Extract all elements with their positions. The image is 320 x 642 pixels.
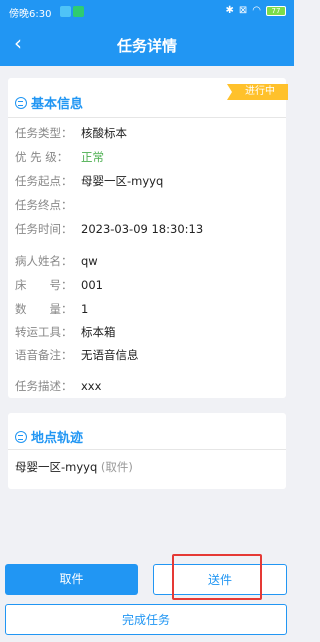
row-description: 任务描述： xxx	[15, 378, 101, 394]
bluetooth-icon: ✱	[225, 5, 234, 16]
row-value: 1	[81, 302, 89, 316]
page-title: 任务详情	[116, 37, 177, 55]
row-bed: 床 号： 001	[15, 277, 103, 293]
row-label: 任务时间：	[15, 222, 73, 236]
row-priority: 优 先 级： 正常	[15, 149, 104, 165]
route-header: 地点轨迹	[15, 427, 83, 446]
row-value: qw	[81, 254, 98, 268]
row-start: 任务起点： 母婴一区-myyq	[15, 173, 163, 189]
row-label: 语音备注：	[15, 348, 73, 362]
status-icons: ✱ ⊠ ◠ 77	[225, 5, 286, 17]
row-label: 任务类型：	[15, 126, 73, 140]
battery-icon: 77	[266, 6, 286, 16]
row-patient: 病人姓名： qw	[15, 253, 98, 269]
wifi-icon: ◠	[252, 5, 261, 16]
route-place-status: (取件)	[100, 460, 133, 474]
basic-info-card: 基本信息 进行中 任务类型： 核酸标本 优 先 级： 正常 任务起点： 母婴一区-my…	[8, 78, 288, 398]
notification-icon	[60, 6, 71, 17]
row-value: 母婴一区-myyq	[81, 174, 164, 188]
complete-task-button[interactable]: 完成任务	[5, 604, 287, 635]
divider	[8, 449, 286, 450]
row-label: 优 先 级：	[15, 150, 69, 164]
route-title: 地点轨迹	[31, 431, 84, 446]
row-voice-note: 语音备注： 无语音信息	[15, 347, 139, 363]
row-label: 任务终点：	[15, 198, 73, 212]
route-place: 母婴一区-myyq	[15, 460, 98, 474]
row-quantity: 数 量： 1	[15, 301, 88, 317]
message-icon	[73, 6, 84, 17]
basic-info-header: 基本信息	[15, 93, 83, 112]
nav-bar: ‹ 任务详情	[0, 24, 294, 66]
route-item: 母婴一区-myyq (取件)	[15, 459, 133, 475]
row-label: 床 号：	[15, 278, 73, 292]
row-label: 转运工具：	[15, 325, 73, 339]
row-tool: 转运工具： 标本箱	[15, 324, 116, 340]
row-value: 001	[81, 278, 103, 292]
deliver-button[interactable]: 送件	[153, 564, 287, 595]
row-value: 2023-03-09 18:30:13	[81, 222, 204, 236]
location-icon	[15, 430, 27, 443]
no-sim-icon: ⊠	[238, 5, 248, 16]
row-value: 核酸标本	[81, 126, 127, 140]
row-end: 任务终点：	[15, 197, 81, 213]
row-label: 病人姓名：	[15, 254, 73, 268]
status-badge: 进行中	[227, 84, 288, 100]
row-time: 任务时间： 2023-03-09 18:30:13	[15, 221, 203, 237]
list-icon	[15, 96, 27, 109]
row-label: 任务起点：	[15, 174, 73, 188]
row-value: 无语音信息	[81, 348, 139, 362]
row-value: 标本箱	[81, 325, 116, 339]
row-value: xxx	[81, 379, 102, 393]
row-task-type: 任务类型： 核酸标本	[15, 125, 127, 141]
row-value: 正常	[81, 150, 104, 164]
basic-info-title: 基本信息	[31, 97, 84, 112]
divider	[8, 117, 286, 118]
row-label: 数 量：	[15, 302, 73, 316]
route-card: 地点轨迹 母婴一区-myyq (取件)	[8, 413, 286, 489]
row-label: 任务描述：	[15, 379, 73, 393]
pickup-button[interactable]: 取件	[5, 564, 138, 595]
status-time: 傍晚6:30	[9, 9, 52, 20]
status-bar: 傍晚6:30 ✱ ⊠ ◠ 77	[0, 0, 294, 24]
